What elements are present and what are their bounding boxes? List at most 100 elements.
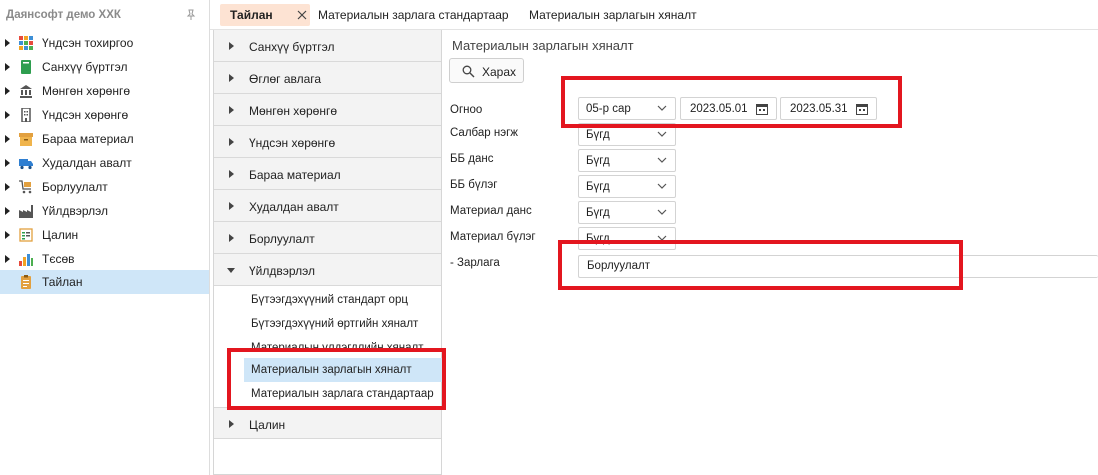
menu-section-label: Борлуулалт	[249, 232, 315, 246]
menu-item-label: Материалын зарлагын хяналт	[251, 364, 412, 376]
menu-section-fixed-assets[interactable]: Үндсэн хөрөнгө	[214, 126, 441, 158]
date-from-value: 2023.05.01	[690, 103, 748, 115]
expand-arrow-icon	[5, 255, 10, 263]
pin-icon[interactable]	[185, 9, 197, 21]
sidebar-item-label: Худалдан авалт	[42, 156, 132, 170]
product-group-select[interactable]: Бүгд	[578, 175, 676, 198]
chevron-down-icon	[657, 183, 667, 189]
tab-bar: Тайлан Материалын зарлага стандартаар Ма…	[210, 0, 1098, 30]
calendar-icon[interactable]	[856, 103, 868, 115]
material-group-select[interactable]: Бүгд	[578, 227, 676, 250]
menu-item-label: Бүтээгдэхүүний өртгийн хяналт	[251, 318, 419, 330]
bank-icon	[20, 85, 32, 98]
page-title: Материалын зарлагын хяналт	[452, 38, 634, 53]
sidebar-item-fixed-assets[interactable]: Үндсэн хөрөнгө	[0, 103, 209, 127]
date-from-field[interactable]: 2023.05.01	[680, 97, 777, 120]
sidebar-item-cash[interactable]: Мөнгөн хөрөнгө	[0, 79, 209, 103]
expand-arrow-icon	[229, 42, 234, 50]
chevron-down-icon	[657, 209, 667, 215]
product-account-label: ББ данс	[450, 153, 494, 165]
branch-value: Бүгд	[586, 129, 610, 141]
chevron-down-icon	[657, 157, 667, 163]
sidebar-item-label: Цалин	[42, 228, 79, 242]
expand-arrow-icon	[5, 159, 10, 167]
book-icon	[21, 60, 31, 74]
report-form: Материалын зарлагын хяналт Харах Огноо 0…	[443, 30, 1098, 475]
expand-arrow-icon	[5, 87, 10, 95]
product-account-select[interactable]: Бүгд	[578, 149, 676, 172]
sidebar-item-payroll[interactable]: Цалин	[0, 223, 209, 247]
branch-select[interactable]: Бүгд	[578, 123, 676, 146]
expand-arrow-icon	[229, 170, 234, 178]
expand-arrow-icon	[5, 111, 10, 119]
view-button[interactable]: Харах	[449, 58, 524, 83]
expand-arrow-icon	[229, 74, 234, 82]
expand-arrow-icon	[5, 231, 10, 239]
sidebar-item-label: Мөнгөн хөрөнгө	[42, 84, 131, 98]
factory-icon	[19, 205, 33, 218]
box-icon	[19, 133, 33, 146]
sidebar-item-label: Борлуулалт	[42, 180, 108, 194]
sidebar-item-inventory[interactable]: Бараа материал	[0, 127, 209, 151]
expand-arrow-icon	[5, 183, 10, 191]
expand-arrow-icon	[229, 420, 234, 428]
expand-arrow-icon	[229, 202, 234, 210]
menu-section-cash[interactable]: Мөнгөн хөрөнгө	[214, 94, 441, 126]
menu-section-accounting[interactable]: Санхүү бүртгэл	[214, 30, 441, 62]
expand-arrow-icon	[5, 39, 10, 47]
building-icon	[21, 108, 31, 122]
menu-item-product-standard-input[interactable]: Бүтээгдэхүүний стандарт орц	[244, 288, 442, 312]
material-account-select[interactable]: Бүгд	[578, 201, 676, 224]
sidebar-item-settings[interactable]: Үндсэн тохиргоо	[0, 31, 209, 55]
tab-reports[interactable]: Тайлан	[220, 4, 310, 26]
expand-arrow-icon	[229, 138, 234, 146]
payroll-icon	[19, 228, 33, 242]
menu-item-material-expense-control[interactable]: Материалын зарлагын хяналт	[244, 358, 442, 382]
expand-arrow-icon	[229, 106, 234, 114]
date-to-field[interactable]: 2023.05.31	[780, 97, 877, 120]
menu-section-payroll[interactable]: Цалин	[214, 407, 441, 439]
sidebar-item-sales[interactable]: Борлуулалт	[0, 175, 209, 199]
tab-label: Материалын зарлагын хяналт	[529, 8, 697, 22]
menu-item-material-expense-standard[interactable]: Материалын зарлага стандартаар	[244, 382, 442, 406]
menu-section-purchasing[interactable]: Худалдан авалт	[214, 190, 441, 222]
menu-section-production[interactable]: Үйлдвэрлэл	[214, 254, 441, 286]
truck-icon	[19, 159, 33, 170]
sidebar: Даянсофт демо ХХК Үндсэн тохиргоо Санхүү…	[0, 0, 210, 475]
menu-section-label: Худалдан авалт	[249, 200, 339, 214]
menu-item-label: Материалын зарлага стандартаар	[251, 388, 434, 400]
sidebar-item-accounting[interactable]: Санхүү бүртгэл	[0, 55, 209, 79]
tab-material-expense-control[interactable]: Материалын зарлагын хяналт	[529, 4, 697, 26]
menu-section-label: Үйлдвэрлэл	[249, 264, 316, 278]
calendar-icon[interactable]	[756, 103, 768, 115]
menu-item-product-cost-control[interactable]: Бүтээгдэхүүний өртгийн хяналт	[244, 312, 442, 336]
expand-arrow-icon	[229, 234, 234, 242]
expense-input[interactable]: Борлуулалт	[578, 255, 1098, 278]
menu-section-payables[interactable]: Өглөг авлага	[214, 62, 441, 94]
company-name: Даянсофт демо ХХК	[6, 9, 121, 21]
menu-section-label: Өглөг авлага	[249, 72, 322, 86]
sidebar-item-label: Тєсөв	[42, 252, 75, 266]
period-value: 05-р сар	[586, 103, 631, 115]
sidebar-item-budget[interactable]: Тєсөв	[0, 247, 209, 271]
menu-section-label: Бараа материал	[249, 168, 341, 182]
tab-material-expense-standard[interactable]: Материалын зарлага стандартаар	[318, 4, 509, 26]
sidebar-item-reports[interactable]: Тайлан	[0, 270, 209, 294]
grid-icon	[19, 36, 33, 50]
bar-chart-icon	[19, 254, 33, 266]
date-to-value: 2023.05.31	[790, 103, 848, 115]
sidebar-item-production[interactable]: Үйлдвэрлэл	[0, 199, 209, 223]
sidebar-item-label: Үндсэн тохиргоо	[42, 36, 134, 50]
close-icon[interactable]	[296, 9, 308, 21]
product-group-value: Бүгд	[586, 181, 610, 193]
menu-section-sales[interactable]: Борлуулалт	[214, 222, 441, 254]
chevron-down-icon	[657, 235, 667, 241]
sidebar-item-label: Үндсэн хөрөнгө	[42, 108, 129, 122]
material-group-label: Материал бүлэг	[450, 231, 536, 243]
menu-section-inventory[interactable]: Бараа материал	[214, 158, 441, 190]
menu-item-material-balance-control[interactable]: Материалын үлдэгдлийн хяналт	[244, 336, 442, 350]
product-account-value: Бүгд	[586, 155, 610, 167]
chevron-down-icon	[657, 131, 667, 137]
sidebar-item-purchasing[interactable]: Худалдан авалт	[0, 151, 209, 175]
period-select[interactable]: 05-р сар	[578, 97, 676, 120]
